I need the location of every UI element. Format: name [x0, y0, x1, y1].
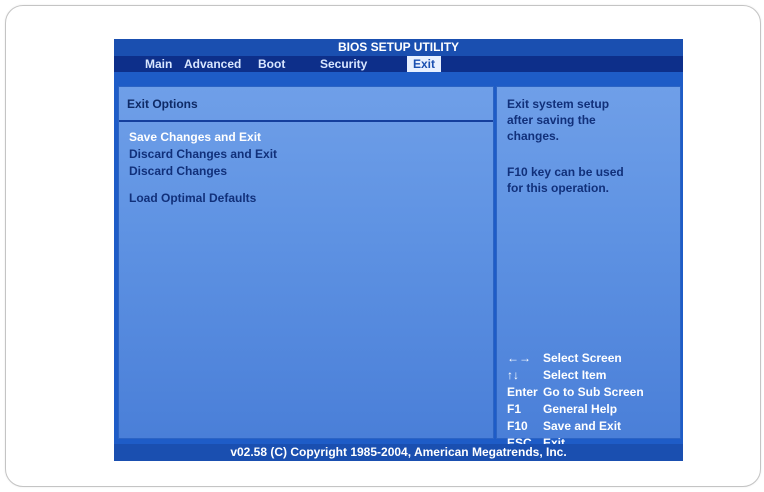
key-row: ←→ Select Screen: [507, 350, 644, 367]
section-title: Exit Options: [127, 97, 198, 111]
key-desc: Go to Sub Screen: [543, 385, 644, 399]
key-label: F10: [507, 419, 528, 433]
key-row: ↑↓ Select Item: [507, 367, 644, 384]
section-divider: [119, 120, 493, 122]
tab-boot[interactable]: Boot: [258, 56, 285, 72]
option-discard-changes[interactable]: Discard Changes: [129, 164, 227, 178]
key-row: Enter Go to Sub Screen: [507, 384, 644, 401]
key-legend: ←→ Select Screen ↑↓ Select Item Enter Go…: [507, 350, 644, 452]
bios-window: BIOS SETUP UTILITY Main Advanced Boot Se…: [114, 39, 683, 461]
help-description: Exit system setup after saving the chang…: [507, 97, 610, 143]
option-load-optimal-defaults[interactable]: Load Optimal Defaults: [129, 191, 256, 205]
key-desc: Save and Exit: [543, 419, 622, 433]
key-row: F10 Save and Exit: [507, 418, 644, 435]
key-label: F1: [507, 402, 522, 416]
help-f10-note: F10 key can be used for this operation.: [507, 165, 624, 195]
copyright-footer: v02.58 (C) Copyright 1985-2004, American…: [114, 444, 683, 461]
tab-advanced[interactable]: Advanced: [184, 56, 241, 72]
tab-exit[interactable]: Exit: [407, 56, 442, 72]
key-desc: Select Screen: [543, 351, 622, 365]
menu-bar: Main Advanced Boot Security Exit: [114, 56, 683, 72]
arrows-up-down-icon: ↑↓: [507, 368, 519, 382]
tab-main[interactable]: Main: [145, 56, 172, 72]
key-row: F1 General Help: [507, 401, 644, 418]
help-panel: Exit system setup after saving the chang…: [496, 86, 681, 450]
key-desc: Select Item: [543, 368, 607, 382]
key-desc: General Help: [543, 402, 618, 416]
option-discard-changes-and-exit[interactable]: Discard Changes and Exit: [129, 147, 277, 161]
exit-options-panel: Exit Options Save Changes and Exit Disca…: [118, 86, 494, 439]
option-save-changes-and-exit[interactable]: Save Changes and Exit: [129, 130, 261, 144]
bios-title: BIOS SETUP UTILITY: [114, 39, 683, 56]
arrows-left-right-icon: ←→: [507, 351, 531, 365]
key-label: Enter: [507, 385, 538, 399]
tab-security[interactable]: Security: [320, 56, 367, 72]
